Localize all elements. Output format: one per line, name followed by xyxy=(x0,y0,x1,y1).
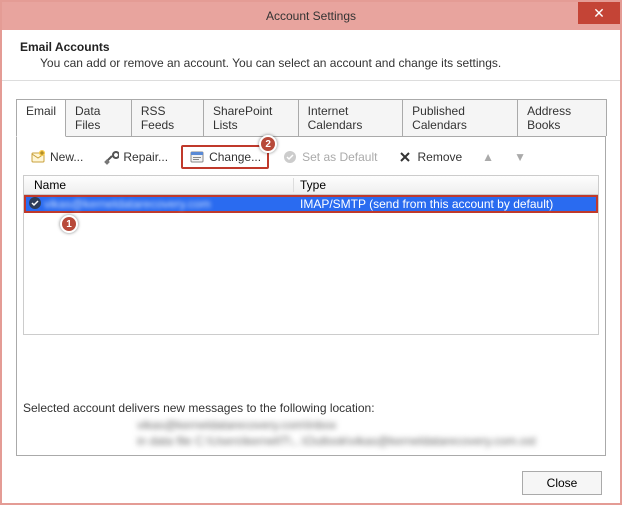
column-type[interactable]: Type xyxy=(294,178,598,192)
header-title: Email Accounts xyxy=(20,40,602,54)
column-name[interactable]: Name xyxy=(24,178,294,192)
change-icon xyxy=(189,149,205,165)
delivery-location: vikas@kerneldatarecovery.com\Inbox in da… xyxy=(137,417,536,449)
remove-label: Remove xyxy=(417,150,462,164)
account-list-header: Name Type xyxy=(23,175,599,195)
move-down-button: ▼ xyxy=(507,147,533,167)
check-circle-icon xyxy=(282,149,298,165)
close-button[interactable]: Close xyxy=(522,471,602,495)
window-title: Account Settings xyxy=(266,9,356,23)
repair-icon xyxy=(103,149,119,165)
account-toolbar: New... Repair... Change... 2 Set as Def xyxy=(23,143,599,175)
new-icon xyxy=(30,149,46,165)
new-label: New... xyxy=(50,150,83,164)
set-default-button: Set as Default xyxy=(275,146,384,168)
tab-data-files[interactable]: Data Files xyxy=(65,99,132,136)
change-label: Change... xyxy=(209,150,261,164)
repair-button[interactable]: Repair... xyxy=(96,146,175,168)
annotation-badge-2: 2 xyxy=(259,135,277,153)
close-icon: ✕ xyxy=(593,5,605,22)
arrow-up-icon: ▲ xyxy=(482,150,494,164)
annotation-badge-1: 1 xyxy=(60,215,78,233)
account-name: vikas@kerneldatarecovery.com xyxy=(44,197,294,211)
tab-sharepoint-lists[interactable]: SharePoint Lists xyxy=(203,99,299,136)
tab-internet-calendars[interactable]: Internet Calendars xyxy=(298,99,404,136)
tab-rss-feeds[interactable]: RSS Feeds xyxy=(131,99,204,136)
tabstrip: Email Data Files RSS Feeds SharePoint Li… xyxy=(2,81,620,136)
tab-email[interactable]: Email xyxy=(16,99,66,137)
default-check-icon xyxy=(26,196,44,213)
delivery-label: Selected account delivers new messages t… xyxy=(23,401,375,415)
arrow-down-icon: ▼ xyxy=(514,150,526,164)
account-type: IMAP/SMTP (send from this account by def… xyxy=(294,197,596,211)
remove-icon xyxy=(397,149,413,165)
delivery-line1: vikas@kerneldatarecovery.com\Inbox xyxy=(137,417,536,433)
tab-panel-email: New... Repair... Change... 2 Set as Def xyxy=(16,136,606,456)
tab-published-calendars[interactable]: Published Calendars xyxy=(402,99,518,136)
dialog-footer: Close xyxy=(522,471,602,495)
new-button[interactable]: New... xyxy=(23,146,90,168)
window-close-button[interactable]: ✕ xyxy=(578,2,620,24)
remove-button[interactable]: Remove xyxy=(390,146,469,168)
account-list: vikas@kerneldatarecovery.com IMAP/SMTP (… xyxy=(23,195,599,335)
account-row[interactable]: vikas@kerneldatarecovery.com IMAP/SMTP (… xyxy=(24,195,598,213)
set-default-label: Set as Default xyxy=(302,150,377,164)
repair-label: Repair... xyxy=(123,150,168,164)
tab-address-books[interactable]: Address Books xyxy=(517,99,607,136)
move-up-button: ▲ xyxy=(475,147,501,167)
dialog-header: Email Accounts You can add or remove an … xyxy=(2,30,620,81)
titlebar: Account Settings ✕ xyxy=(2,2,620,30)
header-subtitle: You can add or remove an account. You ca… xyxy=(20,56,602,70)
change-button[interactable]: Change... 2 xyxy=(181,145,269,169)
delivery-line2: in data file C:\Users\kernelIT\...\Outlo… xyxy=(137,433,536,449)
account-settings-dialog: Account Settings ✕ Email Accounts You ca… xyxy=(0,0,622,505)
